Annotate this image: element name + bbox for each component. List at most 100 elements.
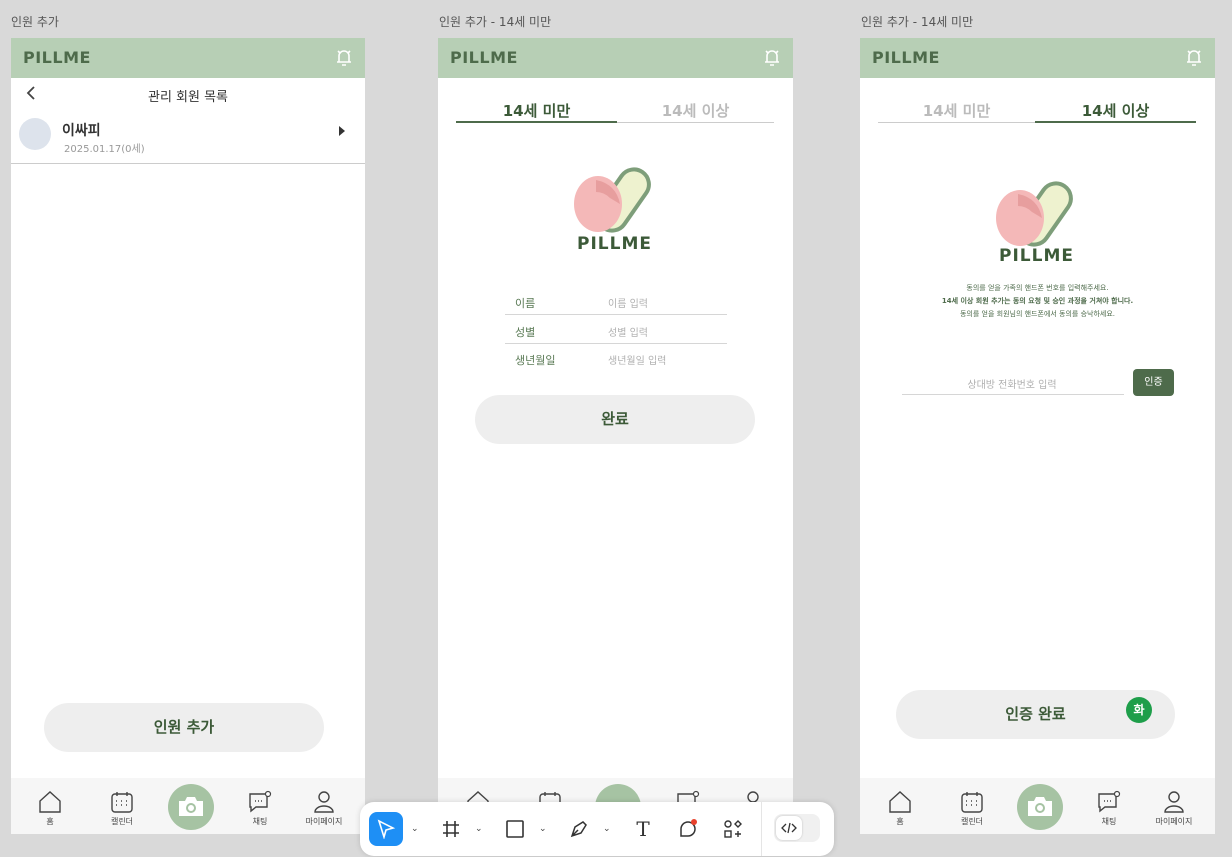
pointer-icon [377, 819, 396, 839]
frame-label: 인원 추가 - 14세 미만 [439, 15, 552, 29]
birthdate-label: 생년월일 [515, 354, 556, 367]
tab-over-14[interactable]: 14세 이상 [1035, 100, 1196, 121]
pen-tool[interactable] [562, 812, 596, 846]
add-member-button[interactable]: 인원 추가 [44, 703, 324, 752]
floating-badge[interactable]: 화 [1126, 697, 1152, 723]
chevron-down-icon[interactable]: ⌄ [539, 824, 547, 834]
camera-button[interactable] [1017, 784, 1063, 830]
nav-home[interactable]: 홈 [35, 790, 65, 827]
nav-home[interactable]: 홈 [885, 790, 915, 827]
bottom-nav: 홈 캘린더 채팅 마이페이지 [860, 778, 1215, 834]
frame-over-14: PILLME 14세 미만 14세 이상 PILLME 동의를 얻을 가족의 핸… [860, 38, 1215, 834]
code-icon [781, 822, 797, 834]
app-header: PILLME [860, 38, 1215, 78]
nav-calendar-label: 캘린더 [110, 817, 134, 826]
gender-label: 성별 [515, 326, 536, 339]
chevron-down-icon[interactable]: ⌄ [603, 824, 611, 834]
camera-button[interactable] [168, 784, 214, 830]
person-icon [314, 791, 334, 813]
nav-chat-label: 채팅 [252, 817, 268, 826]
complete-button[interactable]: 완료 [475, 395, 755, 444]
pill-bird-icon [574, 167, 651, 233]
phone-input[interactable]: 상대방 전화번호 입력 [902, 376, 1122, 391]
nav-calendar-label: 캘린더 [960, 817, 984, 826]
page-title: 관리 회원 목록 [147, 90, 229, 105]
frame-member-list: PILLME 관리 회원 목록 이싸피 2025.01.17(0세) 인원 추가… [11, 38, 365, 834]
tab-under-14[interactable]: 14세 미만 [456, 100, 617, 121]
app-logo: PILLME [23, 48, 91, 67]
member-name: 이싸피 [62, 123, 101, 139]
notice-line: 동의를 얻을 회원님의 핸드폰에서 동의를 승낙하세요. [959, 310, 1116, 318]
nav-calendar[interactable]: 캘린더 [956, 790, 988, 827]
frame-label: 인원 추가 - 14세 미만 [861, 15, 974, 29]
nav-chat-label: 채팅 [1101, 817, 1117, 826]
name-label: 이름 [515, 297, 536, 310]
divider [505, 343, 727, 344]
app-header: PILLME [438, 38, 793, 78]
tab-active-indicator [1035, 121, 1196, 123]
consent-notice: 동의를 얻을 가족의 핸드폰 번호를 입력해주세요. 14세 이상 회원 추가는… [860, 282, 1215, 321]
frame-icon [443, 821, 459, 837]
app-logo: PILLME [872, 48, 940, 67]
comment-tool[interactable] [671, 812, 705, 846]
pillme-logo: PILLME [990, 178, 1090, 270]
nav-mypage-label: 마이페이지 [1155, 817, 1193, 826]
verify-button[interactable]: 인증 [1133, 369, 1174, 396]
bell-icon[interactable] [1185, 48, 1203, 68]
chat-icon [1098, 790, 1121, 813]
frame-label: 인원 추가 [11, 15, 59, 29]
components-tool[interactable] [716, 812, 750, 846]
nav-mypage[interactable]: 마이페이지 [304, 790, 344, 827]
notice-line: 14세 이상 회원 추가는 동의 요청 및 승인 과정을 거쳐야 합니다. [941, 297, 1134, 305]
nav-chat[interactable]: 채팅 [245, 790, 275, 827]
frame-tool[interactable] [434, 812, 468, 846]
dev-mode-toggle[interactable] [774, 814, 820, 842]
comment-icon [680, 819, 697, 837]
chat-icon [249, 790, 272, 813]
rectangle-tool[interactable] [498, 812, 532, 846]
text-icon: T [636, 817, 650, 841]
nav-chat[interactable]: 채팅 [1094, 790, 1124, 827]
chevron-right-icon [339, 126, 345, 136]
nav-mypage[interactable]: 마이페이지 [1154, 790, 1194, 827]
home-icon [889, 791, 911, 813]
pillme-logo: PILLME [568, 164, 668, 256]
name-input[interactable]: 이름 입력 [608, 295, 728, 310]
gender-input[interactable]: 성별 입력 [608, 324, 728, 339]
toolbar-divider [761, 802, 762, 856]
person-icon [1164, 791, 1184, 813]
nav-calendar[interactable]: 캘린더 [106, 790, 138, 827]
avatar [19, 118, 51, 150]
frame-under-14: PILLME 14세 미만 14세 이상 PILLME 이름 이름 입력 성별 … [438, 38, 793, 834]
chevron-down-icon[interactable]: ⌄ [475, 824, 483, 834]
phone-underline [902, 394, 1124, 395]
logo-word: PILLME [577, 234, 652, 254]
pill-bird-icon [996, 181, 1073, 247]
member-info: 2025.01.17(0세) [64, 144, 145, 155]
member-row[interactable]: 이싸피 2025.01.17(0세) [11, 110, 365, 164]
components-icon [724, 820, 742, 838]
calendar-icon [111, 792, 133, 813]
notice-line: 동의를 얻을 가족의 핸드폰 번호를 입력해주세요. [966, 284, 1109, 292]
app-logo: PILLME [450, 48, 518, 67]
birthdate-input[interactable]: 생년월일 입력 [608, 352, 728, 367]
bell-icon[interactable] [763, 48, 781, 68]
bell-icon[interactable] [335, 48, 353, 68]
calendar-icon [961, 792, 983, 813]
nav-home-label: 홈 [46, 817, 54, 826]
app-header: PILLME [11, 38, 365, 78]
divider [505, 314, 727, 315]
camera-icon [1028, 797, 1052, 816]
nav-mypage-label: 마이페이지 [305, 817, 343, 826]
nav-home-label: 홈 [896, 817, 904, 826]
pen-icon [570, 821, 587, 838]
move-tool[interactable] [369, 812, 403, 846]
chevron-down-icon[interactable]: ⌄ [411, 824, 419, 834]
tab-over-14[interactable]: 14세 이상 [617, 100, 774, 121]
home-icon [39, 791, 61, 813]
design-toolbar: ⌄ ⌄ ⌄ ⌄ T [360, 802, 834, 856]
bottom-nav: 홈 캘린더 채팅 마이페이지 [11, 778, 365, 834]
tab-under-14[interactable]: 14세 미만 [878, 100, 1035, 121]
dev-mode-knob [776, 816, 802, 840]
text-tool[interactable]: T [626, 812, 660, 846]
